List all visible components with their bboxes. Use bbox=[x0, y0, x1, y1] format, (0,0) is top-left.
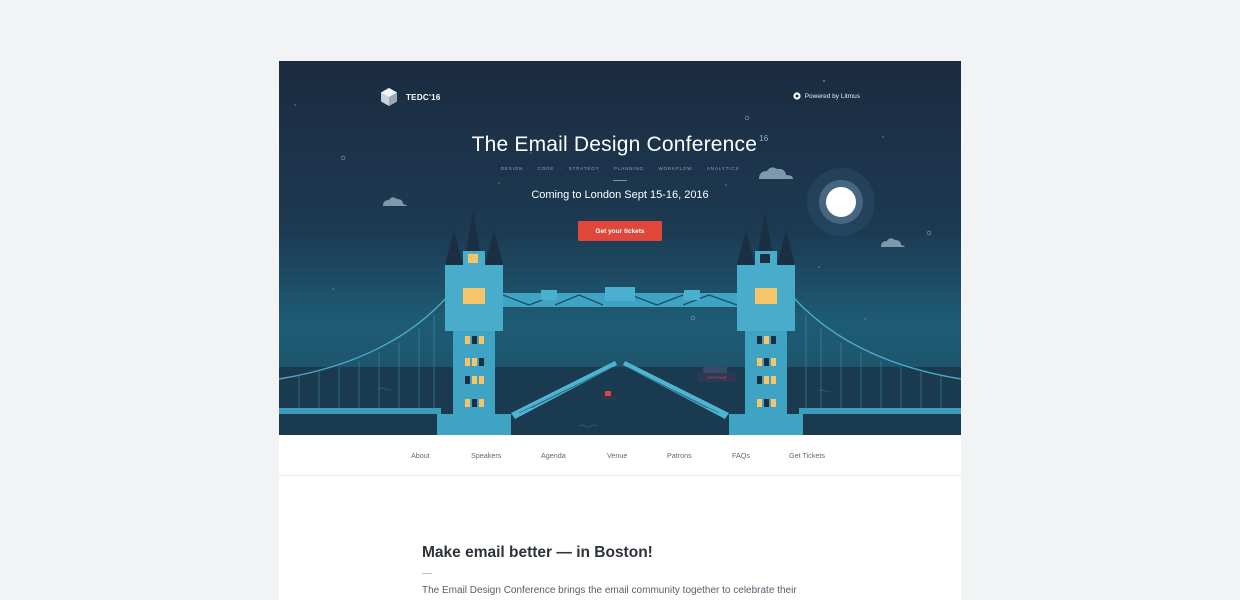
tag-strategy: STRATEGY bbox=[568, 166, 600, 171]
intro-divider bbox=[422, 573, 432, 574]
page-container: REEF-RMR TEDC'16 Powered by Litmus The E… bbox=[279, 61, 961, 600]
moon bbox=[807, 168, 875, 236]
nav-item-agenda[interactable]: Agenda bbox=[541, 451, 566, 460]
tag-separator: · bbox=[605, 166, 608, 171]
tag-separator: · bbox=[649, 166, 653, 171]
intro-heading: Make email better — in Boston! bbox=[422, 544, 653, 561]
tower-bridge-illustration: REEF-RMR bbox=[279, 80, 961, 435]
nav-item-get-tickets[interactable]: Get Tickets bbox=[789, 451, 825, 460]
nav-item-patrons[interactable]: Patrons bbox=[667, 451, 692, 460]
brand-logo-text: TEDC'16 bbox=[406, 92, 441, 102]
right-deck bbox=[799, 408, 961, 414]
left-deck bbox=[279, 408, 441, 414]
nav-item-speakers[interactable]: Speakers bbox=[471, 451, 501, 460]
intro-text: The Email Design Conference brings the e… bbox=[422, 585, 797, 596]
hero-subtitle: Coming to London Sept 15-16, 2016 bbox=[531, 189, 709, 201]
litmus-icon bbox=[793, 92, 801, 100]
brand-logo[interactable]: TEDC'16 bbox=[379, 87, 441, 107]
hero-title-sup: 16 bbox=[759, 134, 769, 143]
tag-analytics: ANALYTICS bbox=[706, 166, 740, 171]
tag-separator: · bbox=[529, 166, 532, 171]
upper-walkway bbox=[501, 287, 739, 307]
boat-label: REEF-RMR bbox=[708, 376, 727, 380]
suspension-cables bbox=[279, 296, 961, 380]
hero-banner: REEF-RMR TEDC'16 Powered by Litmus The E… bbox=[279, 61, 961, 435]
tag-planning: PLANNING bbox=[613, 166, 644, 171]
hero-tagline: DESIGN · CODE · STRATEGY · PLANNING · WO… bbox=[279, 166, 961, 171]
tag-workflow: WORKFLOW bbox=[658, 166, 693, 171]
nav-item-faqs[interactable]: FAQs bbox=[732, 451, 750, 460]
powered-by-litmus[interactable]: Powered by Litmus bbox=[793, 92, 860, 100]
hexagon-logo-icon bbox=[381, 88, 397, 106]
hero-title: The Email Design Conference 16 bbox=[279, 133, 961, 157]
get-tickets-button[interactable]: Get your tickets bbox=[578, 221, 662, 241]
tag-separator: · bbox=[698, 166, 701, 171]
river bbox=[279, 367, 961, 435]
hero-title-text: The Email Design Conference bbox=[471, 133, 758, 156]
main-nav: About Speakers Agenda Venue Patrons FAQs… bbox=[279, 435, 961, 476]
tag-separator: · bbox=[560, 166, 563, 171]
powered-by-text: Powered by Litmus bbox=[804, 92, 860, 100]
nav-item-venue[interactable]: Venue bbox=[607, 451, 627, 460]
nav-item-about[interactable]: About bbox=[411, 451, 430, 460]
tag-code: CODE bbox=[537, 166, 555, 171]
tagline-divider bbox=[613, 180, 627, 181]
tag-design: DESIGN bbox=[500, 166, 524, 171]
